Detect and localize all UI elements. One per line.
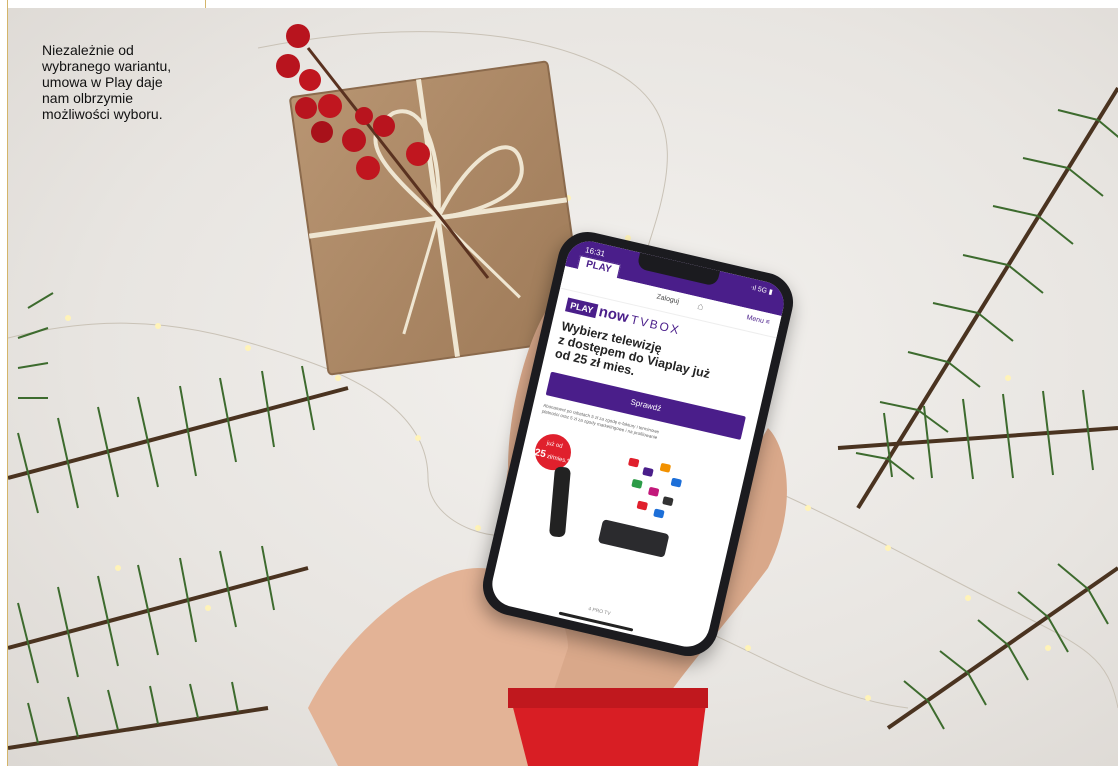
login-link[interactable]: Zaloguj (656, 293, 680, 305)
caption-line: Niezależnie od (42, 42, 134, 58)
caption-line: nam olbrzymie (42, 90, 134, 106)
frame-notch (205, 0, 206, 8)
fir-branch-right (837, 86, 1118, 730)
menu-button[interactable]: Menu ≡ (746, 314, 771, 326)
app-logos-cluster (607, 451, 698, 527)
badge-top: już od (546, 440, 564, 450)
brand-now: now (597, 303, 631, 327)
frame-top-border (0, 0, 1118, 8)
frame-left-border (0, 0, 8, 766)
photo-scene: 16:31 ᐧıl 5G ▮ PLAY Zaloguj ⌂ Menu ≡ PLA… (8, 8, 1118, 766)
caption-line: wybranego wariantu, (42, 58, 172, 74)
badge-value: 25 (533, 447, 547, 461)
cart-icon[interactable]: ⌂ (696, 301, 704, 313)
price-badge: już od 25 zł/mies.* (531, 430, 575, 474)
tv-box-image (597, 519, 670, 558)
brand-play: PLAY (565, 297, 599, 318)
photo-caption: Niezależnie od wybranego wariantu, umowa… (42, 42, 232, 122)
badge-unit: zł/mies.* (546, 453, 570, 465)
fir-branch-left (8, 292, 349, 750)
caption-line: umowa w Play daje (42, 74, 163, 90)
remote-control-image (548, 466, 571, 538)
brand-tvbox: TVBOX (629, 312, 683, 338)
caption-line: możliwości wyboru. (42, 106, 163, 122)
status-icons: ᐧıl 5G ▮ (749, 284, 774, 297)
